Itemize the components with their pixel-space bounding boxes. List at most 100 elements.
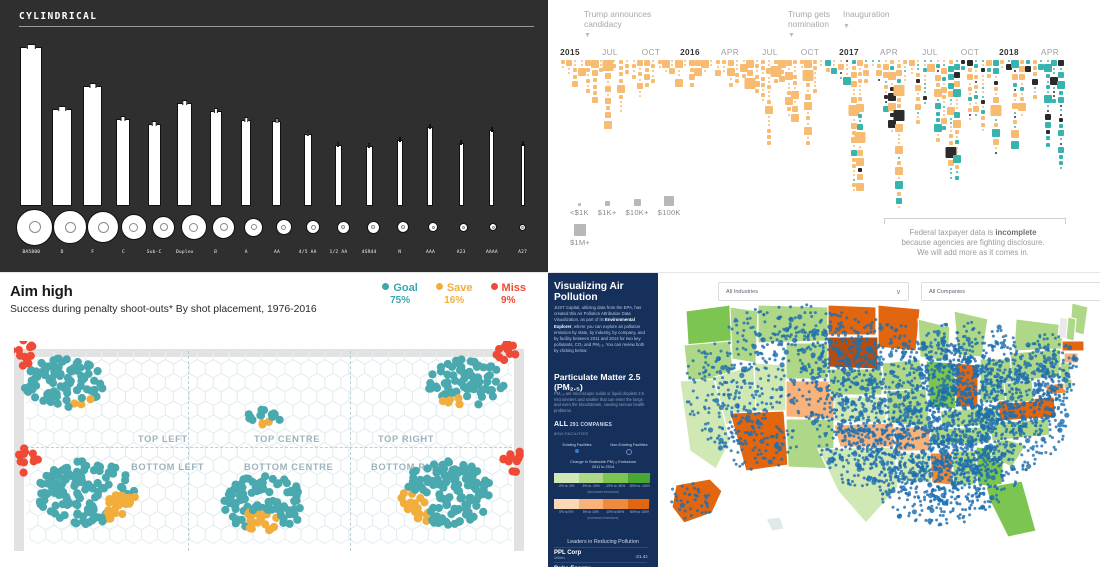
circle-inner bbox=[28, 221, 41, 233]
state-FL[interactable] bbox=[985, 480, 1037, 538]
spend-marker bbox=[917, 116, 920, 118]
spend-marker bbox=[632, 60, 635, 62]
spend-marker bbox=[917, 60, 920, 62]
spend-marker bbox=[876, 70, 883, 77]
spend-marker bbox=[1019, 86, 1024, 91]
zone-label: TOP RIGHT bbox=[378, 433, 435, 444]
legend-swatch bbox=[604, 201, 610, 206]
state-WA[interactable] bbox=[685, 304, 735, 346]
spend-marker bbox=[1044, 122, 1051, 128]
spend-marker bbox=[949, 172, 952, 175]
spend-marker bbox=[637, 60, 644, 66]
battery-size-chart-panel: CYLINDRICAL BA5800 D F C Sub-C Duplex B A AA 4/5 … bbox=[0, 0, 548, 272]
legend-swatch bbox=[664, 196, 675, 206]
green-color-scale bbox=[554, 473, 652, 483]
spend-marker bbox=[894, 123, 903, 132]
axis-tick-label: APR bbox=[1040, 48, 1060, 57]
spend-marker bbox=[990, 105, 1002, 117]
size-legend: <$1K $1K+ $10K+ $100K $1M+ bbox=[570, 196, 681, 247]
spend-marker bbox=[916, 72, 921, 77]
filter-dropdown[interactable]: All Companies∨ bbox=[921, 282, 1100, 301]
spend-marker bbox=[897, 156, 900, 159]
battery-diameter-circle bbox=[275, 219, 292, 235]
all-label: ALL bbox=[554, 421, 569, 428]
axis-tick-label: JUL bbox=[602, 48, 618, 57]
spend-marker bbox=[606, 81, 609, 84]
spend-marker bbox=[784, 72, 793, 81]
spend-marker bbox=[956, 107, 959, 110]
spend-marker bbox=[793, 80, 798, 85]
battery-column bbox=[108, 36, 139, 206]
spend-marker bbox=[851, 60, 856, 64]
spend-marker bbox=[923, 78, 926, 81]
legend-item: $10K+ bbox=[626, 199, 649, 217]
spend-marker bbox=[949, 130, 952, 133]
spend-marker bbox=[904, 74, 907, 77]
spend-marker bbox=[794, 87, 797, 89]
spend-marker bbox=[1032, 66, 1037, 71]
spend-marker bbox=[903, 60, 908, 64]
spend-marker bbox=[981, 91, 984, 94]
spend-marker bbox=[858, 97, 862, 102]
battery-column bbox=[47, 36, 78, 206]
spend-marker bbox=[852, 174, 855, 177]
state-NH[interactable] bbox=[1065, 316, 1077, 342]
spend-marker bbox=[949, 121, 952, 124]
spend-marker bbox=[1018, 74, 1025, 81]
spend-marker bbox=[625, 70, 630, 75]
spend-marker bbox=[915, 85, 922, 91]
battery-diameter-circle bbox=[519, 223, 527, 231]
annotation-text: Trump gets nomination bbox=[788, 9, 831, 29]
battery-column bbox=[231, 36, 262, 206]
battery-label: AAA bbox=[426, 250, 435, 255]
scale-tick: 0% to 5% bbox=[559, 510, 574, 514]
state-HI[interactable] bbox=[765, 516, 785, 532]
zone-divider-1 bbox=[188, 351, 189, 551]
spend-marker bbox=[689, 68, 694, 73]
battery-diameter-circle bbox=[428, 222, 439, 232]
battery-label: 4SR44 bbox=[361, 250, 377, 255]
axis-tick-label: 2016 bbox=[680, 48, 700, 57]
spend-marker bbox=[605, 106, 610, 111]
spend-marker bbox=[851, 182, 856, 187]
spend-marker bbox=[857, 124, 863, 131]
spend-marker bbox=[804, 60, 813, 68]
filter-dropdown[interactable]: All Industries ∨ bbox=[718, 282, 909, 301]
spend-marker bbox=[1056, 80, 1065, 89]
leader-row[interactable]: PPL Corp Utilities -21.43% bbox=[554, 550, 652, 563]
circle-inner bbox=[431, 225, 435, 229]
zone-label: TOP LEFT bbox=[138, 433, 188, 444]
spend-marker bbox=[897, 133, 900, 136]
note-line3: We will add more as it comes in. bbox=[917, 248, 1029, 257]
spend-marker bbox=[1013, 120, 1018, 124]
spend-marker bbox=[794, 101, 797, 104]
spend-marker bbox=[671, 64, 674, 67]
state-MN[interactable] bbox=[877, 304, 921, 352]
state-AK[interactable] bbox=[671, 478, 723, 524]
spend-marker bbox=[859, 89, 861, 91]
state-MT[interactable] bbox=[757, 304, 829, 344]
spend-marker bbox=[864, 78, 869, 83]
spend-marker bbox=[975, 80, 978, 83]
spend-marker bbox=[943, 101, 946, 104]
us-map-svg[interactable] bbox=[668, 301, 1100, 566]
spend-marker bbox=[1013, 82, 1018, 87]
spend-marker bbox=[955, 140, 960, 145]
spend-marker bbox=[643, 74, 650, 81]
facility-keys: Existing Facilities Non-Existing Faciliti… bbox=[554, 443, 652, 455]
pm25-subtitle[interactable]: Particulate Matter 2.5 (PM₂.₅) bbox=[554, 372, 652, 392]
state-ND[interactable] bbox=[827, 304, 877, 336]
facility-key-label: Non-Existing Facilities bbox=[610, 443, 648, 447]
spend-marker bbox=[619, 105, 622, 108]
spend-marker bbox=[949, 168, 952, 171]
battery-label: D bbox=[60, 250, 64, 255]
battery-column bbox=[323, 36, 354, 206]
axis-tick-label: JUL bbox=[762, 48, 778, 57]
spend-marker bbox=[1014, 111, 1017, 114]
battery-diameter-circle bbox=[366, 220, 380, 234]
scale-tick: 50% to 100% bbox=[629, 510, 650, 514]
spend-marker bbox=[1057, 60, 1064, 66]
spend-marker bbox=[894, 181, 903, 190]
spend-marker bbox=[941, 118, 948, 125]
spend-marker bbox=[896, 64, 901, 69]
